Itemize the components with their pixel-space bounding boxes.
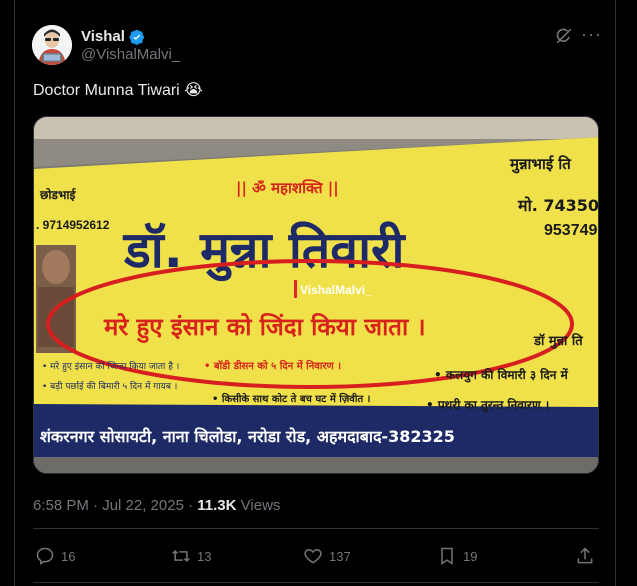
reply-icon bbox=[36, 547, 54, 565]
banner-line1-left: • मरे हुए इंसान को जिन्दा किया जाता है । bbox=[42, 360, 179, 372]
avatar[interactable] bbox=[32, 25, 72, 65]
bookmark-button[interactable]: 19 bbox=[437, 546, 477, 566]
tweet-media[interactable]: छोडभाई . 9714952612 मुन्नाभाई ति मो. 743… bbox=[33, 116, 599, 474]
like-button[interactable]: 137 bbox=[303, 546, 351, 566]
banner-address: शंकरनगर सोसायटी, नाना चिलोडा, नरोडा रोड,… bbox=[40, 427, 455, 446]
bookmark-count: 19 bbox=[463, 548, 478, 564]
author-row: Vishal bbox=[81, 28, 145, 45]
banner-top-left-1: छोडभाई bbox=[39, 188, 76, 202]
banner-line1-mid: • बॉडी डीसन को ५ दिन में निवारण । bbox=[204, 359, 341, 372]
banner-line2-right: • पथरी का तुरन्त निवारण । bbox=[426, 398, 549, 413]
reply-count: 16 bbox=[61, 548, 76, 564]
like-count: 137 bbox=[329, 548, 351, 564]
author-handle[interactable]: @VishalMalvi_ bbox=[81, 46, 180, 63]
banner-top-right-1: मुन्नाभाई ति bbox=[509, 155, 572, 174]
retweet-icon bbox=[172, 549, 190, 563]
banner-top-left-2: . 9714952612 bbox=[36, 218, 110, 232]
banner-right-small: डॉ मुन्ना ति bbox=[533, 333, 583, 349]
verified-badge-icon bbox=[129, 29, 144, 45]
divider bbox=[33, 528, 599, 529]
action-bar: 16 13 137 19 bbox=[33, 540, 599, 574]
grok-icon[interactable] bbox=[554, 26, 574, 46]
banner-line1-right: • कलयुग की विमारी ३ दिन में bbox=[434, 368, 569, 383]
views-label: Views bbox=[240, 497, 281, 514]
avatar-illustration-icon bbox=[32, 25, 72, 65]
tweet-meta: 6:58 PM · Jul 22, 2025 · 11.3K Views bbox=[33, 497, 280, 514]
banner-top-right-3: 953749 bbox=[544, 222, 597, 239]
share-icon bbox=[577, 547, 593, 564]
banner-top-right-2: मो. 743505 bbox=[517, 196, 599, 215]
tweet-text: Doctor Munna Tiwari 😭 bbox=[33, 82, 203, 99]
author-name[interactable]: Vishal bbox=[81, 28, 125, 45]
tweet-card: Vishal @VishalMalvi_ ··· Doctor Munna Ti… bbox=[14, 0, 616, 586]
views-count: 11.3K bbox=[197, 497, 237, 514]
share-button[interactable] bbox=[575, 546, 595, 566]
bottom-divider bbox=[33, 582, 599, 583]
banner-watermark: VishalMalvi_ bbox=[300, 283, 372, 297]
banner-line2-left: • बड़ी पर्छाई की बिमारी ५ दिन में गायब । bbox=[42, 380, 177, 392]
meta-separator: · bbox=[183, 497, 198, 514]
more-options-icon[interactable]: ··· bbox=[581, 24, 602, 44]
tweet-timestamp[interactable]: 6:58 PM · Jul 22, 2025 bbox=[33, 497, 184, 514]
heart-icon bbox=[304, 548, 322, 564]
banner-om-line: || ॐ महाशक्ति || bbox=[236, 179, 339, 198]
reply-button[interactable]: 16 bbox=[35, 546, 75, 566]
bookmark-icon bbox=[441, 547, 453, 565]
retweet-button[interactable]: 13 bbox=[171, 546, 211, 566]
retweet-count: 13 bbox=[197, 548, 212, 564]
banner-photo: छोडभाई . 9714952612 मुन्नाभाई ति मो. 743… bbox=[34, 117, 599, 473]
banner-line2-mid: • किसीके साथ कोट ते बच घट में ज़िवीत । bbox=[212, 392, 370, 405]
banner-tagline: मरे हुए इंसान को जिंदा किया जाता । bbox=[103, 313, 426, 344]
